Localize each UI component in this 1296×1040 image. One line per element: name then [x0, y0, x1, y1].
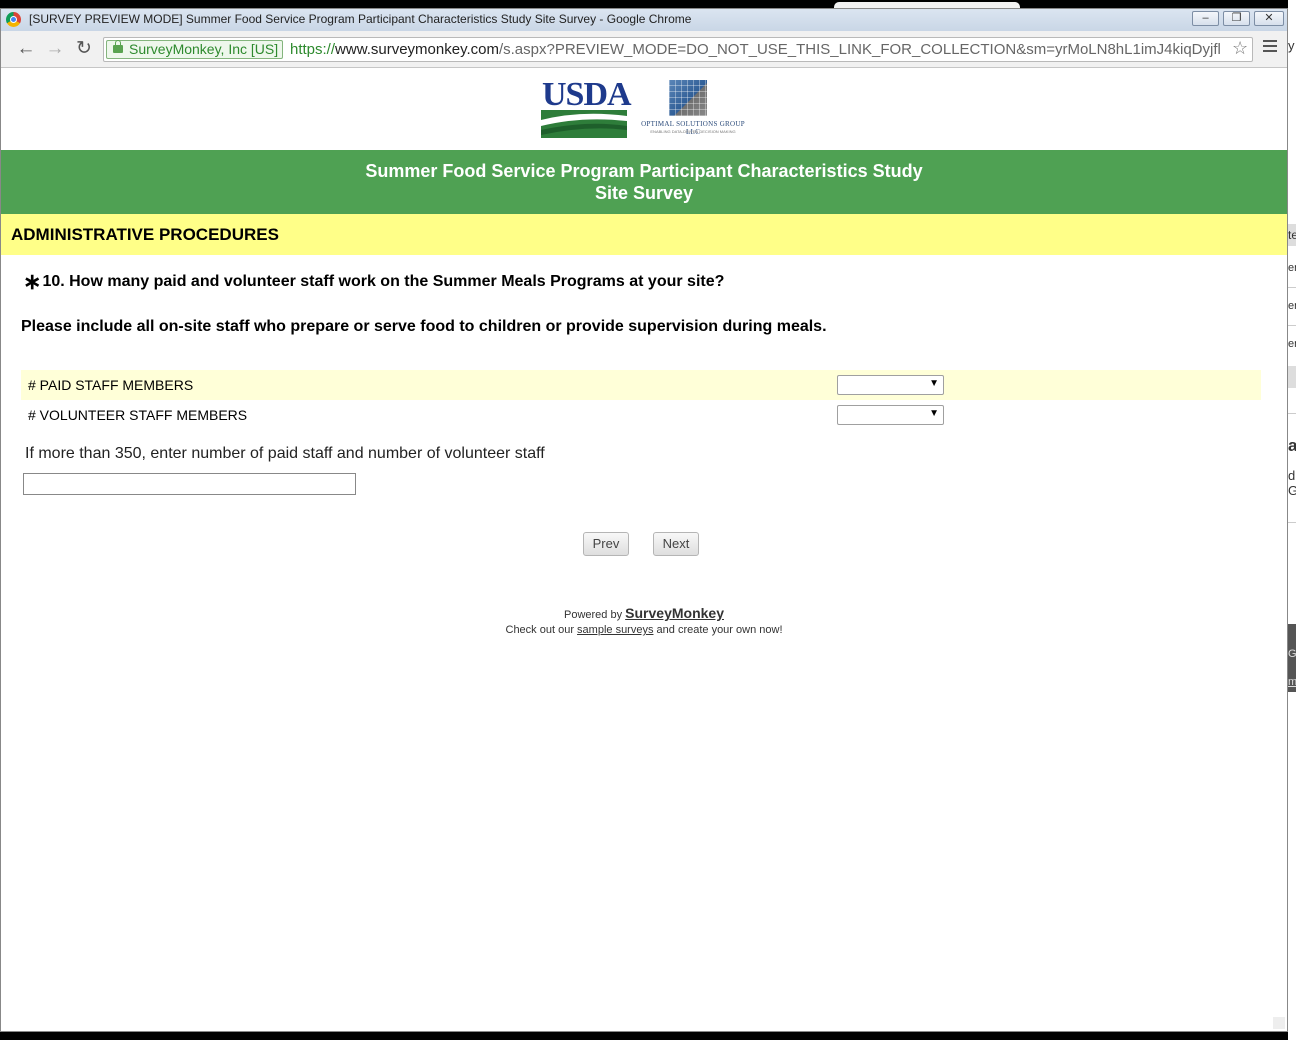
title-bar[interactable]: [SURVEY PREVIEW MODE] Summer Food Servic…	[1, 9, 1287, 31]
reload-icon[interactable]: ↻	[73, 39, 95, 59]
background-text-fragment: er	[1288, 300, 1296, 312]
section-title: ADMINISTRATIVE PROCEDURES	[11, 225, 279, 244]
minimize-icon: –	[1202, 12, 1209, 24]
background-text-fragment: er	[1288, 262, 1296, 274]
close-button[interactable]: ✕	[1254, 11, 1284, 26]
background-text-fragment: te	[1288, 228, 1296, 242]
background-browser-tab	[820, 0, 1020, 10]
section-header: ADMINISTRATIVE PROCEDURES	[1, 214, 1287, 255]
required-asterisk: ∗	[23, 269, 42, 294]
close-icon: ✕	[1264, 12, 1274, 24]
paid-staff-label: # PAID STAFF MEMBERS	[28, 377, 194, 393]
powered-by-label: Powered by	[564, 609, 623, 621]
lock-icon	[113, 40, 123, 53]
background-text-fragment: y	[1288, 38, 1295, 53]
background-text-fragment: m	[1288, 676, 1296, 688]
logo-area: USDA OPTIMAL SOLUTIONS GROUP LLC ENABLIN…	[541, 76, 751, 140]
chrome-menu-icon[interactable]	[1263, 40, 1277, 55]
sample-surveys-link[interactable]: sample surveys	[577, 624, 653, 636]
window-title: [SURVEY PREVIEW MODE] Summer Food Servic…	[29, 12, 692, 26]
answer-row-paid-staff: # PAID STAFF MEMBERS ▼	[21, 370, 1261, 400]
bookmark-star-icon[interactable]: ☆	[1232, 38, 1248, 59]
browser-window: [SURVEY PREVIEW MODE] Summer Food Servic…	[0, 8, 1288, 1032]
url-path: /s.aspx?PREVIEW_MODE=DO_NOT_USE_THIS_LIN…	[498, 41, 1221, 58]
volunteer-staff-select[interactable]: ▼	[837, 405, 944, 425]
background-window: y te er er er a d G G m	[1288, 0, 1296, 1040]
forward-arrow-icon[interactable]: →	[44, 39, 66, 59]
browser-toolbar: ← → ↻ SurveyMonkey, Inc [US] https://www…	[1, 31, 1287, 68]
sample-suffix: and create your own now!	[656, 624, 783, 636]
usda-logo: USDA	[541, 76, 632, 138]
url-scheme: https://	[290, 41, 336, 58]
chrome-logo-icon	[6, 12, 21, 27]
dropdown-arrow-icon: ▼	[929, 408, 939, 419]
question-instructions: Please include all on-site staff who pre…	[21, 318, 827, 335]
osg-logo-tagline: ENABLING DATA-DRIVEN DECISION MAKING	[650, 129, 736, 134]
url-host: www.surveymonkey.com	[335, 41, 499, 58]
question-label: 10. How many paid and volunteer staff wo…	[42, 273, 725, 290]
url-text[interactable]: https://www.surveymonkey.com/s.aspx?PREV…	[290, 41, 1221, 58]
question-text: ∗10. How many paid and volunteer staff w…	[23, 269, 724, 295]
ev-certificate-label: SurveyMonkey, Inc [US]	[129, 41, 279, 57]
survey-title-banner: Summer Food Service Program Participant …	[1, 150, 1287, 214]
back-arrow-icon[interactable]: ←	[15, 39, 37, 59]
background-text-fragment: er	[1288, 338, 1296, 350]
paid-staff-select[interactable]: ▼	[837, 375, 944, 395]
survey-subtitle: Site Survey	[594, 183, 694, 203]
powered-by-line: Powered by SurveyMonkey	[1, 606, 1287, 622]
maximize-button[interactable]: ❐	[1223, 11, 1250, 26]
address-bar[interactable]: SurveyMonkey, Inc [US] https://www.surve…	[103, 37, 1253, 62]
osg-grid-icon	[669, 80, 707, 116]
background-text-fragment: G	[1288, 483, 1296, 498]
footer: Powered by SurveyMonkey Check out our sa…	[1, 606, 1287, 637]
other-count-label: If more than 350, enter number of paid s…	[25, 445, 545, 462]
answer-row-volunteer-staff: # VOLUNTEER STAFF MEMBERS ▼	[21, 400, 1261, 430]
sample-surveys-line: Check out our sample surveys and create …	[1, 623, 1287, 637]
other-count-input[interactable]	[23, 473, 356, 495]
survey-title: Summer Food Service Program Participant …	[365, 161, 923, 181]
ev-certificate-badge[interactable]: SurveyMonkey, Inc [US]	[106, 40, 284, 59]
next-button[interactable]: Next	[653, 532, 699, 556]
page-content: USDA OPTIMAL SOLUTIONS GROUP LLC ENABLIN…	[1, 68, 1287, 1031]
resize-grip-icon[interactable]	[1273, 1017, 1285, 1029]
sample-prefix: Check out our	[505, 624, 574, 636]
surveymonkey-link[interactable]: SurveyMonkey	[625, 605, 724, 621]
background-text-fragment: d	[1288, 468, 1296, 483]
background-text-fragment: G	[1288, 648, 1296, 660]
restore-icon: ❐	[1231, 12, 1242, 24]
volunteer-staff-label: # VOLUNTEER STAFF MEMBERS	[28, 407, 248, 423]
prev-button[interactable]: Prev	[583, 532, 629, 556]
usda-logo-text: USDA	[542, 76, 632, 113]
dropdown-arrow-icon: ▼	[929, 378, 939, 389]
background-text-fragment: a	[1288, 436, 1296, 455]
minimize-button[interactable]: –	[1192, 11, 1219, 26]
optimal-solutions-logo: OPTIMAL SOLUTIONS GROUP LLC ENABLING DAT…	[635, 80, 751, 138]
